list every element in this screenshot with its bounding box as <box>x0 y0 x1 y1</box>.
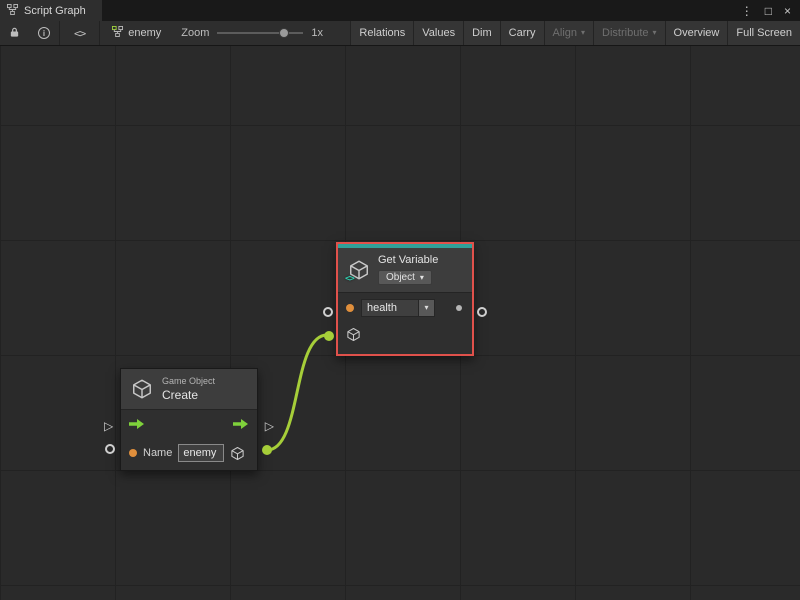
dropdown-arrow-icon: ▾ <box>424 304 428 312</box>
dropdown-arrow-icon: ▾ <box>420 274 424 282</box>
variable-name-input[interactable] <box>361 299 419 317</box>
maximize-icon[interactable]: □ <box>765 5 772 17</box>
close-icon[interactable]: × <box>784 5 791 17</box>
values-button[interactable]: Values <box>413 21 463 45</box>
toolbar: i <> enemy Zoom 1x Relations Values Dim … <box>0 21 800 46</box>
variable-name-row: ▾ <box>338 292 472 323</box>
flow-out-arrow-icon[interactable] <box>233 416 249 434</box>
node-title: Create <box>162 388 215 402</box>
titlebar: Script Graph ⋮ □ × <box>0 0 800 21</box>
align-button[interactable]: Align▾ <box>544 21 593 45</box>
value-input-port[interactable] <box>323 307 333 317</box>
gameobject-output-port-connected[interactable] <box>262 445 272 455</box>
value-output-dot[interactable] <box>456 305 462 311</box>
graph-asset-icon <box>112 26 123 40</box>
code-icon: <> <box>74 27 85 40</box>
code-icon: <> <box>345 274 354 284</box>
variable-scope-dropdown[interactable]: Object ▾ <box>378 270 432 285</box>
zoom-group: Zoom 1x <box>173 21 331 45</box>
zoom-slider[interactable] <box>217 21 303 45</box>
variable-picker-dropdown[interactable]: ▾ <box>419 299 435 317</box>
carry-button[interactable]: Carry <box>500 21 544 45</box>
info-icon: i <box>38 27 50 39</box>
name-label: Name <box>143 447 172 459</box>
lock-icon <box>9 26 20 41</box>
gameobject-input-port-connected[interactable] <box>324 331 334 341</box>
zoom-label: Zoom <box>181 27 209 39</box>
flow-input-port[interactable]: ▷ <box>104 420 113 432</box>
node-create-game-object[interactable]: Game Object Create Name ▷ ▷ <box>120 368 258 471</box>
node-header[interactable]: <> Get Variable Object ▾ <box>338 248 472 292</box>
tab-label: Script Graph <box>24 5 86 17</box>
flow-in-arrow-icon[interactable] <box>129 416 145 434</box>
window-controls: ⋮ □ × <box>741 0 800 21</box>
overview-button[interactable]: Overview <box>665 21 728 45</box>
gameobject-output-icon <box>230 446 245 461</box>
node-header[interactable]: Game Object Create <box>121 369 257 409</box>
toolbar-buttons: Relations Values Dim Carry Align▾ Distri… <box>350 21 800 45</box>
dropdown-arrow-icon: ▾ <box>653 29 657 37</box>
dropdown-arrow-icon: ▾ <box>581 29 585 37</box>
relations-button[interactable]: Relations <box>350 21 413 45</box>
variable-output-port[interactable] <box>477 307 487 317</box>
tab-script-graph[interactable]: Script Graph <box>0 0 102 21</box>
name-input-port[interactable] <box>346 304 354 312</box>
zoom-slider-handle[interactable] <box>279 28 289 38</box>
graph-canvas[interactable]: <> Get Variable Object ▾ ▾ <box>0 46 800 600</box>
graph-asset-reference[interactable]: enemy <box>100 21 173 45</box>
fullscreen-button[interactable]: Full Screen <box>727 21 800 45</box>
connection-wire[interactable] <box>267 335 327 450</box>
value-input-port[interactable] <box>105 444 115 454</box>
name-row: Name <box>121 440 257 470</box>
script-graph-icon <box>7 4 18 18</box>
code-view-button[interactable]: <> <box>60 21 99 45</box>
gameobject-cube-icon <box>131 378 153 400</box>
lock-button[interactable] <box>0 21 29 45</box>
name-input[interactable] <box>178 444 224 462</box>
gameobject-row <box>338 323 472 354</box>
dim-button[interactable]: Dim <box>463 21 500 45</box>
node-get-variable[interactable]: <> Get Variable Object ▾ ▾ <box>336 242 474 356</box>
node-title: Get Variable <box>378 254 438 266</box>
zoom-value[interactable]: 1x <box>311 27 323 39</box>
distribute-button[interactable]: Distribute▾ <box>593 21 664 45</box>
flow-row <box>121 409 257 440</box>
variable-name-field[interactable]: ▾ <box>361 299 435 317</box>
flow-output-port[interactable]: ▷ <box>265 420 274 432</box>
info-button[interactable]: i <box>29 21 59 45</box>
graph-name-label: enemy <box>128 27 161 39</box>
name-input-port[interactable] <box>129 449 137 457</box>
node-category: Game Object <box>162 376 215 386</box>
variable-cube-icon: <> <box>348 259 370 281</box>
gameobject-port-icon <box>346 327 361 342</box>
menu-icon[interactable]: ⋮ <box>741 5 753 17</box>
zoom-slider-track <box>217 32 303 34</box>
